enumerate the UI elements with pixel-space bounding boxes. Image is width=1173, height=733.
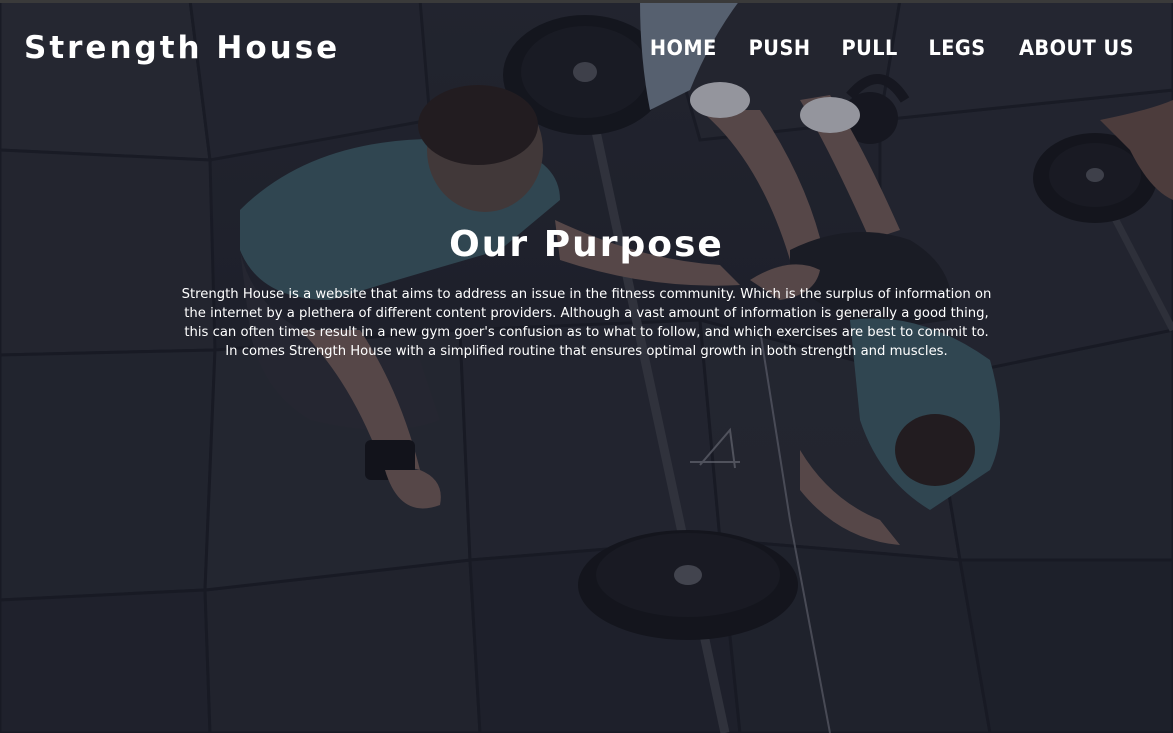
nav-home[interactable]: HOME bbox=[650, 36, 717, 60]
purpose-title: Our Purpose bbox=[449, 224, 724, 265]
brand-logo[interactable]: Strength House bbox=[24, 30, 340, 66]
window-top-border bbox=[0, 0, 1173, 3]
nav-pull[interactable]: PULL bbox=[841, 36, 897, 60]
nav-push[interactable]: PUSH bbox=[748, 36, 810, 60]
main-nav: HOME PUSH PULL LEGS ABOUT US bbox=[647, 36, 1139, 60]
dark-overlay bbox=[0, 0, 1173, 733]
purpose-section: Our Purpose Strength House is a website … bbox=[0, 222, 1173, 361]
nav-legs[interactable]: LEGS bbox=[928, 36, 985, 60]
nav-about-us[interactable]: ABOUT US bbox=[1019, 36, 1134, 60]
page: Strength House HOME PUSH PULL LEGS ABOUT… bbox=[0, 0, 1173, 733]
purpose-description: Strength House is a website that aims to… bbox=[181, 287, 992, 359]
